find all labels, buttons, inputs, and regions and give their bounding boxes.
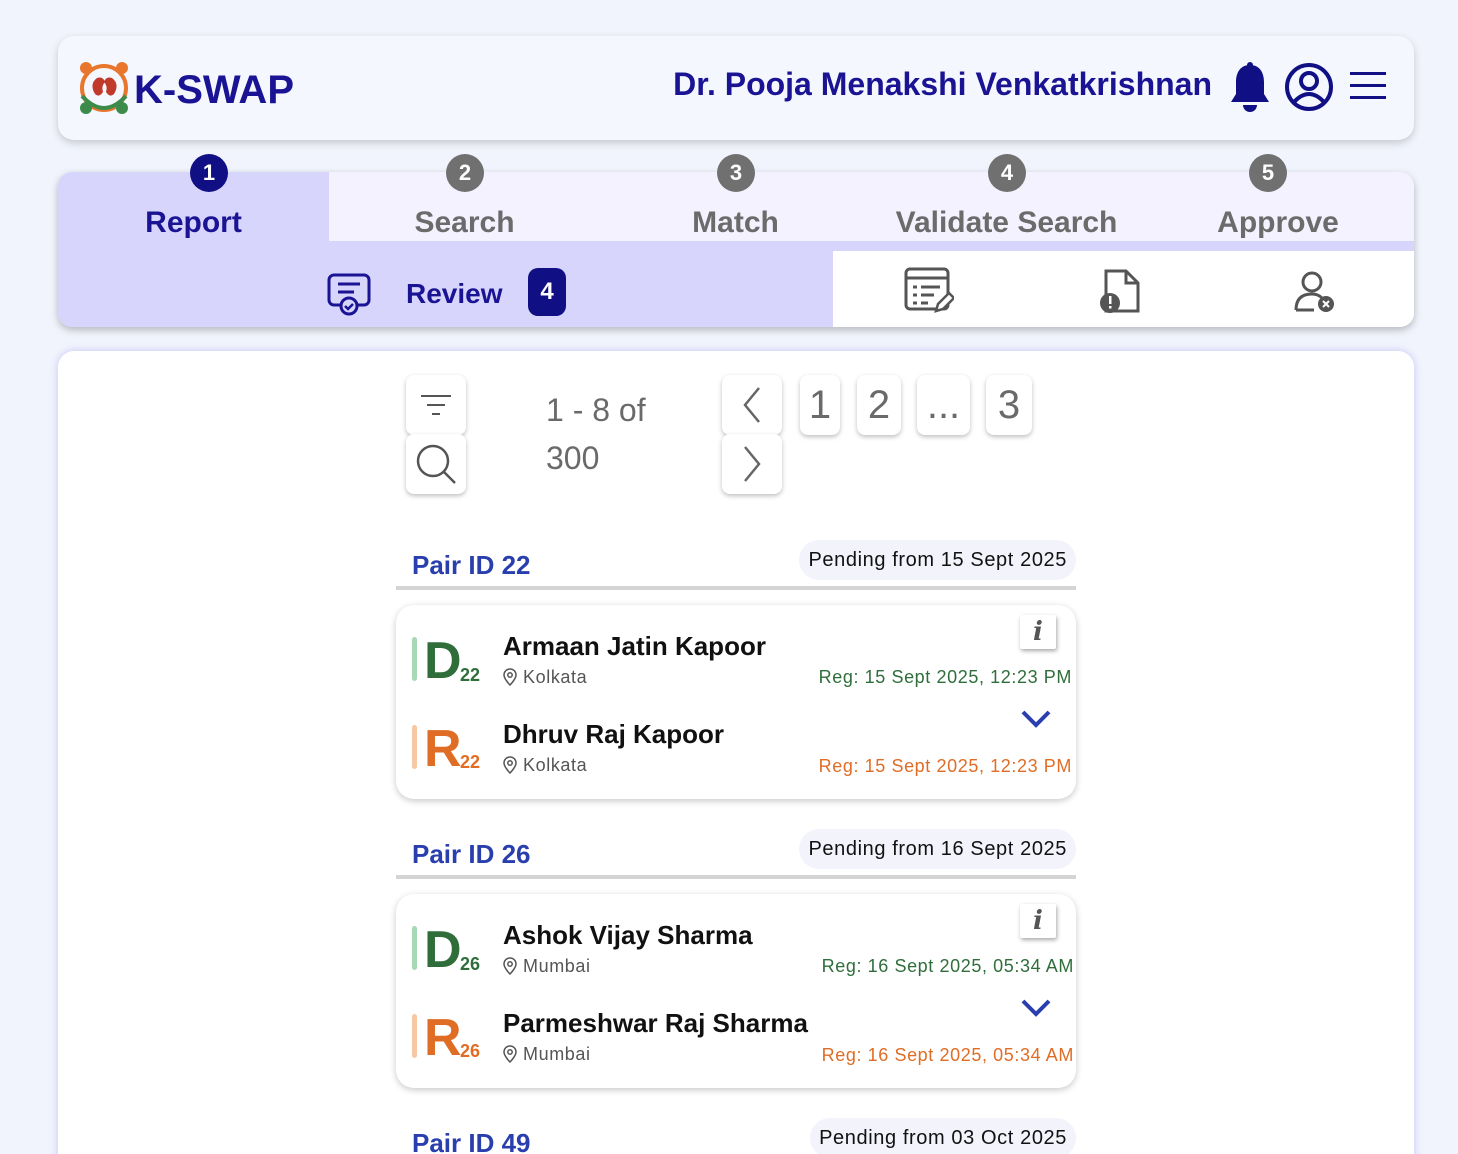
bell-icon[interactable] — [1228, 62, 1272, 114]
step-label: Match — [692, 206, 779, 239]
kswap-logo-icon — [80, 62, 128, 114]
pair-header: Pair ID 26 Pending from 16 Sept 2025 — [396, 829, 1076, 879]
donor-letter: D — [424, 632, 462, 690]
pending-badge: Pending from 16 Sept 2025 — [799, 829, 1076, 869]
review-count-badge: 4 — [528, 268, 566, 316]
location-pin-icon — [503, 756, 517, 775]
recipient-location: Mumbai — [503, 1044, 591, 1065]
pair-card[interactable]: i D 26 Ashok Vijay Sharma Mumbai Reg: 16… — [396, 894, 1076, 1088]
location-pin-icon — [503, 1045, 517, 1064]
step-label: Report — [145, 206, 242, 239]
pair-id: Pair ID 26 — [412, 839, 531, 869]
document-alert-icon[interactable] — [1098, 269, 1142, 315]
step-label: Search — [414, 206, 515, 239]
step-number: 4 — [988, 154, 1026, 192]
recipient-number: 26 — [460, 1041, 481, 1061]
donor-name: Ashok Vijay Sharma — [503, 920, 753, 950]
menu-icon[interactable] — [1350, 70, 1386, 102]
divider — [396, 586, 1076, 590]
top-header: K-SWAP Dr. Pooja Menakshi Venkatkrishnan — [58, 36, 1414, 140]
step-number: 3 — [717, 154, 755, 192]
donor-location: Mumbai — [503, 956, 591, 977]
page-ellipsis[interactable]: ... — [917, 375, 970, 435]
search-icon — [416, 444, 456, 484]
recipient-number: 22 — [460, 752, 481, 772]
donor-name: Armaan Jatin Kapoor — [503, 631, 766, 661]
recipient-accent-bar — [412, 725, 417, 769]
prev-page-button[interactable] — [722, 375, 782, 435]
location-pin-icon — [503, 957, 517, 976]
donor-letter: D — [424, 921, 462, 979]
pagination-range: 1 - 8 of 300 — [546, 386, 676, 482]
step-number: 5 — [1249, 154, 1287, 192]
user-circle-icon[interactable] — [1284, 62, 1334, 112]
pending-badge: Pending from 03 Oct 2025 — [810, 1118, 1076, 1154]
user-remove-icon[interactable] — [1292, 270, 1336, 314]
recipient-name: Parmeshwar Raj Sharma — [503, 1008, 808, 1038]
step-label: Approve — [1217, 206, 1339, 239]
range-text: 1 - 8 of — [546, 392, 646, 428]
review-tab-label[interactable]: Review — [406, 278, 503, 310]
step-number: 2 — [446, 154, 484, 192]
pair-header: Pair ID 22 Pending from 15 Sept 2025 — [396, 540, 1076, 590]
divider — [396, 875, 1076, 879]
brand-name: K-SWAP — [134, 68, 294, 112]
list-edit-icon[interactable] — [904, 267, 954, 315]
recipient-reg-date: Reg: 16 Sept 2025, 05:34 AM — [821, 1045, 1074, 1065]
step-number: 1 — [190, 154, 228, 192]
page-button[interactable]: 3 — [986, 375, 1032, 435]
workflow-stepper: Report Search Match Validate Search Appr… — [58, 172, 1414, 327]
donor-city: Kolkata — [523, 667, 588, 687]
page-button[interactable]: 2 — [857, 375, 901, 435]
pair-id: Pair ID 22 — [412, 550, 531, 580]
recipient-accent-bar — [412, 1014, 417, 1058]
pair-card[interactable]: i D 22 Armaan Jatin Kapoor Kolkata Reg: … — [396, 605, 1076, 799]
info-button[interactable]: i — [1020, 615, 1056, 649]
chevron-down-icon[interactable] — [1020, 998, 1052, 1018]
recipient-reg-date: Reg: 15 Sept 2025, 12:23 PM — [818, 756, 1072, 776]
step-label: Validate Search — [895, 206, 1118, 239]
recipient-city: Mumbai — [523, 1044, 591, 1064]
donor-reg-date: Reg: 15 Sept 2025, 12:23 PM — [818, 667, 1072, 687]
recipient-letter: R — [424, 1009, 462, 1067]
donor-number: 22 — [460, 665, 481, 685]
donor-accent-bar — [412, 926, 417, 970]
range-total: 300 — [546, 440, 600, 476]
user-name: Dr. Pooja Menakshi Venkatkrishnan — [673, 66, 1212, 102]
recipient-city: Kolkata — [523, 755, 588, 775]
pending-badge: Pending from 15 Sept 2025 — [799, 540, 1076, 580]
chevron-left-icon — [743, 387, 760, 423]
donor-reg-date: Reg: 16 Sept 2025, 05:34 AM — [821, 956, 1074, 976]
page-button[interactable]: 1 — [800, 375, 840, 435]
info-button[interactable]: i — [1020, 904, 1056, 938]
pair-header: Pair ID 49 Pending from 03 Oct 2025 — [396, 1118, 1076, 1154]
location-pin-icon — [503, 668, 517, 687]
next-page-button[interactable] — [722, 434, 782, 494]
donor-number: 26 — [460, 954, 481, 974]
donor-accent-bar — [412, 637, 417, 681]
recipient-location: Kolkata — [503, 755, 587, 776]
filter-icon — [421, 395, 451, 415]
chevron-right-icon — [744, 446, 761, 482]
recipient-letter: R — [424, 720, 462, 778]
review-certificate-icon[interactable] — [326, 272, 372, 318]
recipient-name: Dhruv Raj Kapoor — [503, 719, 725, 749]
search-button[interactable] — [406, 434, 466, 494]
filter-button[interactable] — [406, 375, 466, 435]
donor-location: Kolkata — [503, 667, 587, 688]
donor-city: Mumbai — [523, 956, 591, 976]
chevron-down-icon[interactable] — [1020, 709, 1052, 729]
pair-id: Pair ID 49 — [412, 1128, 531, 1154]
